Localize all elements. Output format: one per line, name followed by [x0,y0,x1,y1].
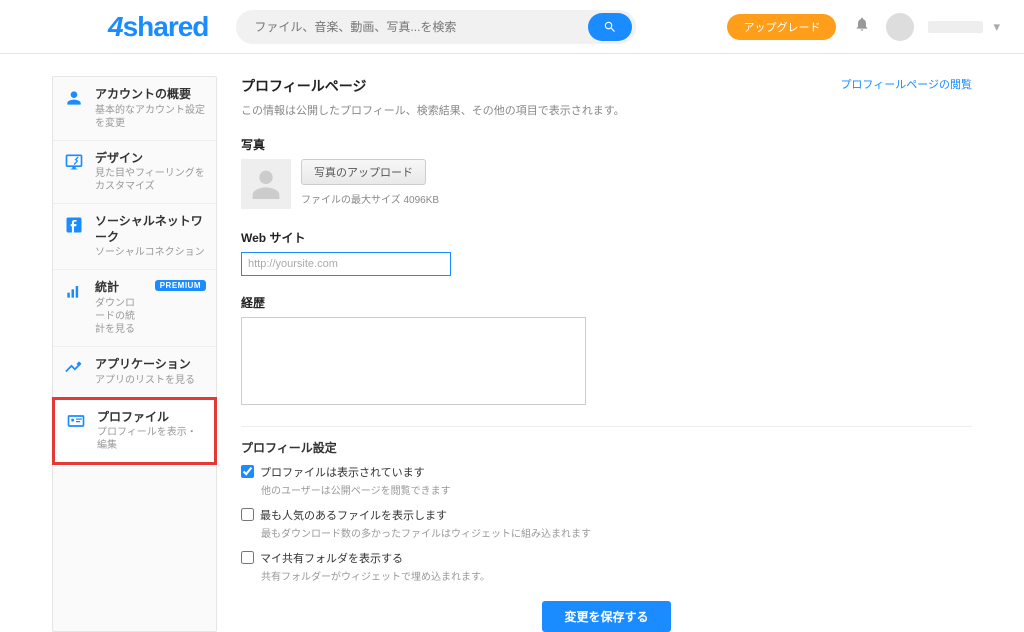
save-button[interactable]: 変更を保存する [542,601,670,632]
sidebar-item-sub: ソーシャルコネクション [95,246,206,259]
chevron-down-icon: ▾ [993,19,1000,35]
sidebar-item-sub: プロフィールを表示・編集 [97,426,204,452]
bio-textarea[interactable] [241,317,586,405]
facebook-icon [63,214,85,236]
website-input[interactable] [241,252,451,276]
settings-title: プロフィール設定 [241,439,972,456]
avatar [886,13,914,41]
settings-sidebar: アカウントの概要 基本的なアカウント設定を変更 デザイン 見た目やフィーリングを… [52,76,217,632]
sidebar-item-label: アカウントの概要 [95,87,206,103]
logo[interactable]: 4shared [108,11,208,43]
sidebar-item-label: プロファイル [97,410,204,426]
sidebar-item-profile[interactable]: プロファイル プロフィールを表示・編集 [52,397,217,466]
sidebar-item-sub: 基本的なアカウント設定を変更 [95,104,206,130]
upgrade-button[interactable]: アップグレード [727,14,836,40]
search-icon [603,20,617,34]
upload-photo-button[interactable]: 写真のアップロード [301,159,426,185]
id-card-icon [65,410,87,432]
tools-icon [63,357,85,379]
sidebar-item-sub: ダウンロードの統計を見る [95,297,145,336]
sidebar-item-label: アプリケーション [95,357,206,373]
divider [241,426,972,427]
stats-icon [63,280,85,302]
sidebar-item-label: デザイン [95,151,206,167]
bio-label: 経歴 [241,294,972,311]
search-button[interactable] [588,13,632,41]
sidebar-item-sub: アプリのリストを見る [95,374,206,387]
sidebar-item-design[interactable]: デザイン 見た目やフィーリングをカスタマイズ [53,141,216,205]
checkbox-shared-folders[interactable] [241,551,254,564]
sidebar-item-social[interactable]: ソーシャルネットワーク ソーシャルコネクション [53,204,216,270]
view-profile-link[interactable]: プロフィールページの閲覧 [840,79,972,91]
page-title: プロフィールページ [241,76,840,96]
user-menu[interactable]: ▾ [886,13,1000,41]
sidebar-item-applications[interactable]: アプリケーション アプリのリストを見る [53,347,216,398]
max-size-note: ファイルの最大サイズ 4096KB [301,191,439,206]
notifications-icon[interactable] [854,16,870,37]
main-content: プロフィールページ この情報は公開したプロフィール、検索結果、その他の項目で表示… [241,76,972,632]
checkbox-label: 最も人気のあるファイルを表示します [260,507,447,523]
website-label: Web サイト [241,229,972,246]
sidebar-item-sub: 見た目やフィーリングをカスタマイズ [95,167,206,193]
logo-4: 4 [108,11,123,43]
person-silhouette-icon [246,164,286,204]
monitor-icon [63,151,85,173]
user-name-placeholder [928,21,983,33]
checkbox-popular-files[interactable] [241,508,254,521]
checkbox-label: マイ共有フォルダを表示する [260,550,403,566]
logo-shared: shared [123,11,209,43]
checkbox-label: プロファイルは表示されています [260,464,425,480]
checkbox-note: 共有フォルダーがウィジェットで埋め込まれます。 [261,568,972,583]
search-input[interactable] [254,20,588,34]
sidebar-item-label: ソーシャルネットワーク [95,214,206,245]
user-icon [63,87,85,109]
premium-badge: PREMIUM [155,280,206,291]
sidebar-item-account[interactable]: アカウントの概要 基本的なアカウント設定を変更 [53,77,216,141]
top-bar: 4shared アップグレード ▾ [0,0,1024,54]
checkbox-profile-visible[interactable] [241,465,254,478]
search-box[interactable] [236,10,636,44]
page-desc: この情報は公開したプロフィール、検索結果、その他の項目で表示されます。 [241,102,840,118]
profile-photo-placeholder [241,159,291,209]
sidebar-item-stats[interactable]: 統計 ダウンロードの統計を見る PREMIUM [53,270,216,347]
checkbox-note: 最もダウンロード数の多かったファイルはウィジェットに組み込まれます [261,525,972,540]
photo-label: 写真 [241,136,972,153]
checkbox-note: 他のユーザーは公開ページを閲覧できます [261,482,972,497]
sidebar-item-label: 統計 [95,280,145,296]
